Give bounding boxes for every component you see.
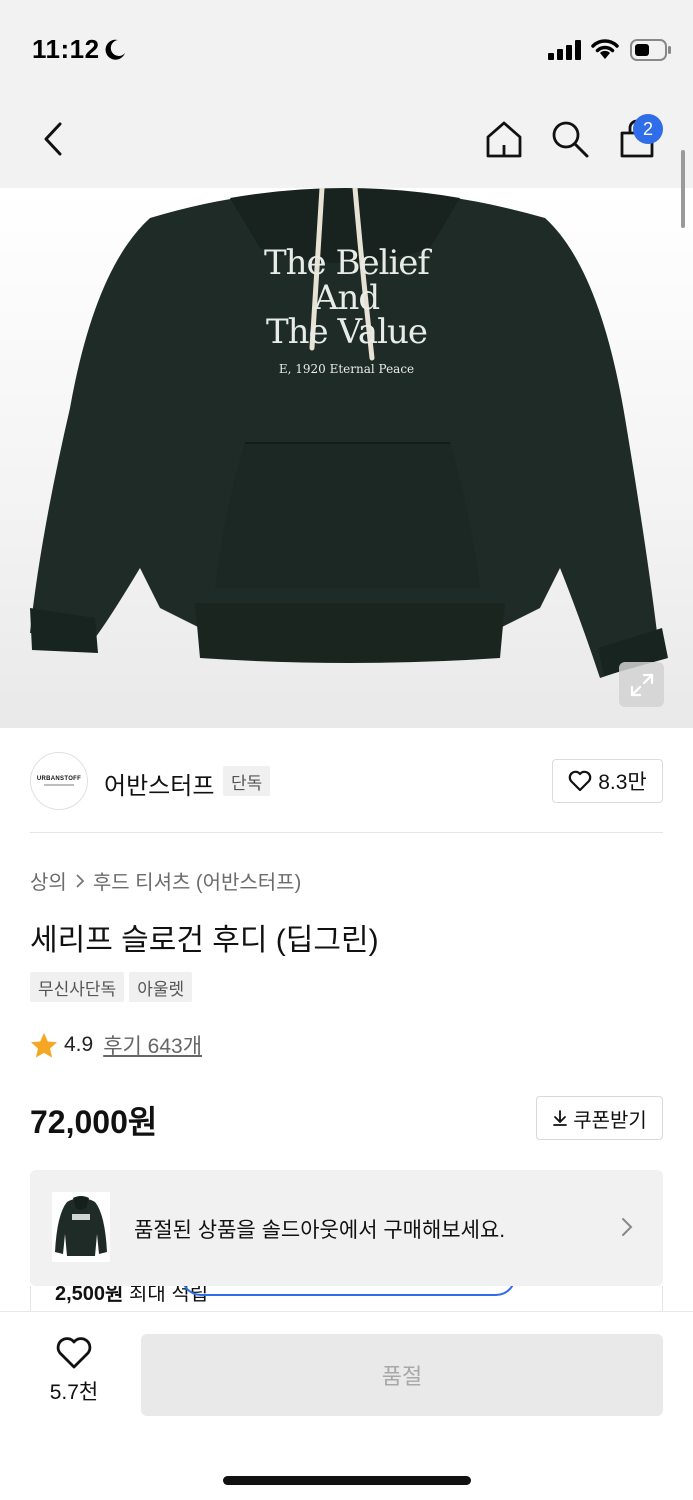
nav-bar — [0, 98, 693, 188]
heart-icon — [568, 770, 592, 792]
rating-row: 4.9 후기 643개 — [30, 1030, 202, 1060]
coupon-label: 쿠폰받기 — [573, 1109, 647, 1132]
benefit-button-edge — [181, 1286, 516, 1296]
brand-exclusive-tag: 단독 — [223, 766, 271, 796]
home-indicator — [223, 1476, 471, 1485]
star-icon — [31, 1032, 57, 1058]
product-tag: 아울렛 — [129, 972, 193, 1002]
brand-logo[interactable]: URBANSTOFF — [30, 752, 88, 810]
expand-icon — [630, 673, 653, 696]
hoodie-thumbnail-icon — [55, 1196, 107, 1256]
wifi-icon — [591, 39, 619, 59]
brand-like-button[interactable]: 8.3만 — [552, 759, 663, 803]
bottom-action-bar: 5.7천 품절 — [0, 1311, 693, 1500]
product-price: 72,000원 — [30, 1104, 158, 1140]
status-bar: 11:12 — [0, 0, 693, 98]
product-tag: 무신사단독 — [30, 972, 125, 1002]
product-image[interactable]: The Belief And The Value E, 1920 Eternal… — [0, 188, 693, 728]
print-line-3: The Value — [265, 312, 428, 352]
print-line-4: E, 1920 Eternal Peace — [278, 362, 415, 376]
banner-thumbnail — [52, 1192, 110, 1262]
product-title: 세리프 슬로건 후디 (딥그린) — [30, 924, 379, 957]
breadcrumb-category[interactable]: 상의 — [30, 866, 67, 895]
battery-icon — [630, 39, 671, 61]
print-line-1: The Belief — [263, 243, 430, 283]
breadcrumb: 상의 후드 티셔츠 (어반스터프) — [30, 866, 301, 895]
back-button[interactable] — [30, 116, 76, 162]
wish-button[interactable]: 5.7천 — [30, 1336, 118, 1412]
soldout-button[interactable]: 품절 — [141, 1334, 663, 1416]
soldout-banner[interactable]: 품절된 상품을 솔드아웃에서 구매해보세요. — [30, 1170, 663, 1286]
banner-text: 품절된 상품을 솔드아웃에서 구매해보세요. — [134, 1219, 506, 1242]
download-icon — [553, 1110, 568, 1126]
scrollbar[interactable] — [681, 150, 685, 228]
breadcrumb-subcategory[interactable]: 후드 티셔츠 (어반스터프) — [93, 866, 301, 895]
chevron-right-icon — [622, 1218, 633, 1236]
brand-logo-underline — [44, 784, 74, 786]
benefit-peek: 2,500원 최대 적립 — [30, 1286, 663, 1312]
expand-image-button[interactable] — [619, 662, 664, 707]
benefit-amount: 2,500원 — [55, 1286, 124, 1305]
search-button[interactable] — [547, 116, 593, 162]
brand-logo-text: URBANSTOFF — [36, 776, 82, 782]
chevron-left-icon — [44, 122, 62, 156]
brand-name[interactable]: 어반스터프 — [104, 766, 214, 801]
review-link[interactable]: 후기 643개 — [103, 1030, 202, 1060]
status-time: 11:12 — [32, 34, 100, 64]
home-icon — [486, 121, 522, 158]
coupon-button[interactable]: 쿠폰받기 — [536, 1096, 663, 1140]
signal-icon — [548, 40, 581, 60]
search-icon — [552, 121, 589, 158]
product-tags: 무신사단독 아울렛 — [30, 972, 193, 1002]
cart-count-badge: 2 — [633, 114, 663, 144]
brand-like-count: 8.3만 — [598, 771, 647, 794]
divider — [30, 832, 663, 833]
heart-icon — [56, 1337, 92, 1369]
chevron-right-icon — [76, 873, 85, 888]
home-button[interactable] — [481, 116, 527, 162]
moon-icon — [105, 39, 125, 60]
wish-count: 5.7천 — [49, 1381, 99, 1404]
rating-value: 4.9 — [64, 1033, 94, 1056]
